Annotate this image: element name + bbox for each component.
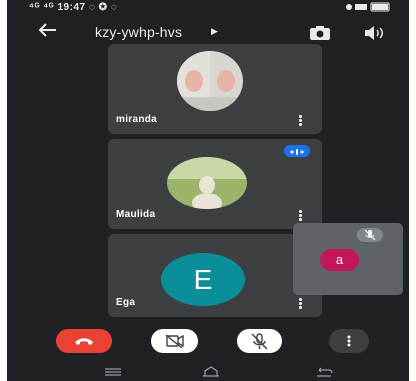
self-avatar: a — [320, 249, 359, 271]
avatar — [167, 157, 247, 209]
home-icon[interactable] — [203, 366, 219, 377]
self-view-tile[interactable]: a — [293, 223, 403, 295]
back-arrow-icon[interactable] — [37, 22, 57, 42]
more-options-button[interactable] — [329, 329, 369, 353]
avatar-initial: E — [193, 264, 213, 295]
speaker-icon[interactable] — [364, 25, 388, 45]
avatar — [177, 51, 243, 111]
clock-text: 19:47 — [57, 2, 86, 13]
more-options-icon[interactable] — [299, 210, 302, 221]
signal-icon: ⁴ᴳ ⁴ᴳ — [29, 2, 55, 13]
more-vert-icon — [347, 335, 351, 347]
mic-off-icon — [251, 333, 268, 350]
avatar: E — [161, 253, 245, 306]
video-off-icon — [165, 334, 184, 349]
status-bar: ⁴ᴳ ⁴ᴳ 19:47 ◌ ✪ ◌ — [7, 0, 409, 16]
chevron-right-icon[interactable]: ▶ — [211, 26, 218, 37]
speaking-indicator-icon — [284, 145, 310, 157]
meeting-code-title[interactable]: kzy-ywhp-hvs — [95, 24, 182, 40]
participant-tile-miranda[interactable]: miranda — [108, 44, 322, 134]
participant-tile-maulida[interactable]: Maulida — [108, 139, 322, 229]
battery-icon — [345, 2, 391, 15]
phone-screen: ⁴ᴳ ⁴ᴳ 19:47 ◌ ✪ ◌ kzy-ywhp-hvs ▶ miranda… — [7, 0, 409, 381]
status-time: ⁴ᴳ ⁴ᴳ 19:47 ◌ ✪ ◌ — [29, 2, 117, 13]
end-call-button[interactable] — [56, 329, 112, 353]
hang-up-icon — [75, 338, 93, 345]
recents-icon[interactable] — [105, 368, 121, 376]
camera-off-button[interactable] — [151, 329, 198, 353]
system-navigation-bar — [7, 362, 409, 381]
notification-icons: ◌ ✪ ◌ — [88, 2, 118, 13]
switch-camera-icon[interactable] — [309, 25, 333, 45]
call-controls — [7, 317, 409, 362]
participant-tile-ega[interactable]: E Ega — [108, 234, 322, 317]
participant-name: Ega — [116, 297, 136, 308]
back-nav-icon[interactable] — [317, 367, 333, 377]
more-options-icon[interactable] — [299, 115, 302, 126]
mute-button[interactable] — [237, 329, 282, 353]
participant-name: Maulida — [116, 209, 156, 220]
more-options-icon[interactable] — [299, 298, 302, 309]
participant-name: miranda — [116, 114, 158, 125]
mic-off-icon — [357, 228, 383, 242]
